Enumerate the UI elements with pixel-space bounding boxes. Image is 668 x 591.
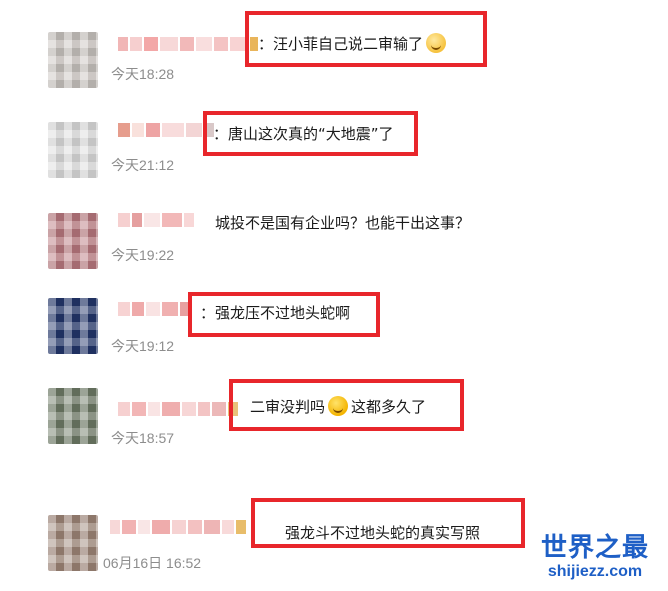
comment-item: 城投不是国有企业吗？也能干出这事？ 今天19:22 [0,205,668,275]
blurred-username [118,37,258,51]
highlight-box [229,379,464,431]
avatar[interactable] [48,388,98,444]
watermark-url: shijiezz.com [547,563,643,580]
highlight-box [251,498,525,548]
comment-timestamp: 今天21:12 [111,157,175,173]
avatar[interactable] [48,32,98,88]
comment-timestamp: 今天19:12 [111,338,175,354]
highlight-box [188,292,380,337]
avatar[interactable] [48,298,98,354]
avatar[interactable] [48,213,98,269]
highlight-box [203,111,418,156]
comment-timestamp: 今天18:57 [111,430,175,446]
comment-timestamp: 06月16日 16:52 [103,555,202,571]
avatar[interactable] [48,122,98,178]
avatar[interactable] [48,515,98,571]
watermark-logo: 世界之最 shijiezz.com [541,533,649,581]
blurred-username [118,123,214,137]
blurred-username [118,213,194,227]
comment-timestamp: 今天18:28 [111,66,175,82]
watermark-title: 世界之最 [541,533,650,563]
highlight-box [245,11,487,67]
blurred-username [118,402,238,416]
blurred-username [110,520,246,534]
comment-text: 城投不是国有企业吗？也能干出这事？ [215,214,471,232]
blurred-username [118,302,190,316]
comment-timestamp: 今天19:22 [111,247,175,263]
